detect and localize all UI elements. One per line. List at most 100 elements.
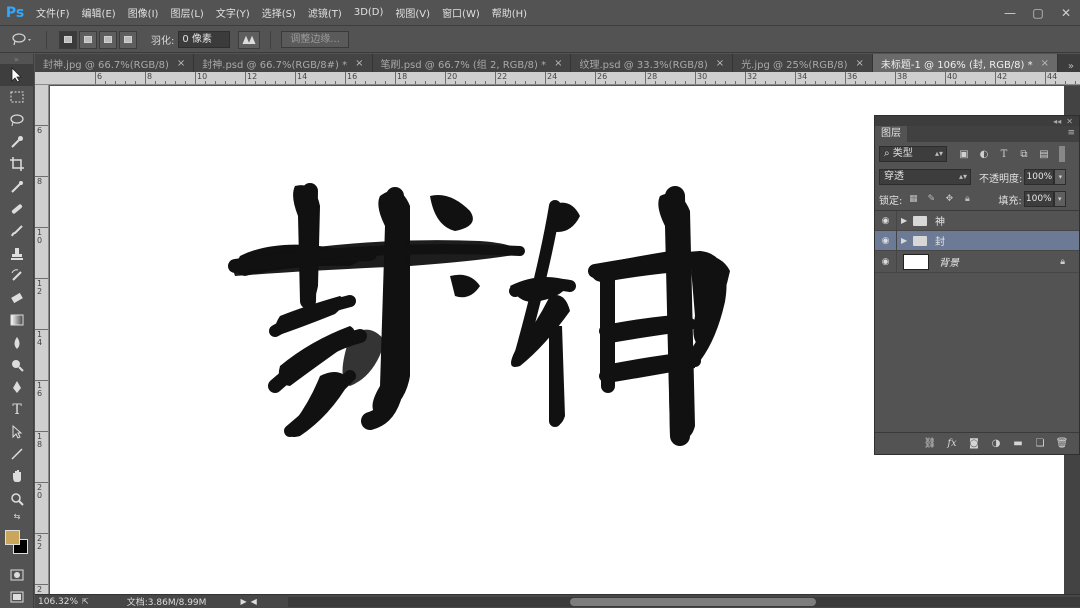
close-icon[interactable]: ✕ bbox=[1052, 0, 1080, 26]
intersect-selection-icon[interactable] bbox=[119, 30, 137, 49]
path-selection-tool-icon[interactable] bbox=[0, 421, 34, 443]
lock-position-icon[interactable]: ✥ bbox=[942, 192, 956, 206]
swap-colors-icon[interactable]: ⇆ bbox=[0, 510, 34, 524]
expand-arrow-icon[interactable]: ▶ bbox=[901, 236, 913, 245]
menu-view[interactable]: 视图(V) bbox=[389, 5, 436, 20]
tab-close-icon[interactable]: × bbox=[716, 58, 724, 69]
add-mask-icon[interactable]: ◙ bbox=[963, 438, 985, 449]
layer-group-shen[interactable]: ◉ ▶ 神 bbox=[875, 210, 1079, 231]
layer-style-icon[interactable]: fx bbox=[941, 438, 963, 449]
new-layer-icon[interactable]: ❏ bbox=[1029, 438, 1051, 449]
feather-input[interactable]: 0 像素 bbox=[178, 31, 231, 48]
layer-background[interactable]: ◉ 背景 🔒︎ bbox=[875, 250, 1079, 273]
menu-3d[interactable]: 3D(D) bbox=[348, 7, 390, 18]
menu-help[interactable]: 帮助(H) bbox=[486, 5, 533, 20]
anti-alias-icon[interactable] bbox=[238, 30, 261, 49]
tab-document[interactable]: 笔刷.psd @ 66.7% (组 2, RGB/8) * × bbox=[372, 54, 572, 72]
type-filter-icon[interactable]: T bbox=[997, 147, 1011, 161]
pixel-filter-icon[interactable]: ▣ bbox=[957, 147, 971, 161]
horizontal-scrollbar[interactable] bbox=[288, 597, 1080, 607]
visibility-eye-icon[interactable]: ◉ bbox=[875, 250, 897, 273]
tab-document[interactable]: 光.jpg @ 25%(RGB/8) × bbox=[733, 54, 873, 72]
crop-tool-icon[interactable] bbox=[0, 153, 34, 175]
tab-close-icon[interactable]: × bbox=[1041, 58, 1049, 69]
tab-layers[interactable]: 图层 bbox=[875, 126, 907, 142]
opacity-dropdown-icon[interactable]: ▾ bbox=[1054, 169, 1067, 185]
lock-all-icon[interactable]: 🔒︎ bbox=[960, 192, 974, 206]
fill-dropdown-icon[interactable]: ▾ bbox=[1053, 191, 1066, 207]
tab-close-icon[interactable]: × bbox=[177, 58, 185, 69]
panel-collapse-icon[interactable]: ◂◂ ✕ bbox=[875, 116, 1079, 126]
tab-close-icon[interactable]: × bbox=[355, 58, 363, 69]
line-tool-icon[interactable] bbox=[0, 443, 34, 465]
menu-window[interactable]: 窗口(W) bbox=[436, 5, 486, 20]
add-to-selection-icon[interactable] bbox=[79, 30, 97, 49]
link-layers-icon[interactable]: ⛓ bbox=[919, 438, 941, 449]
tab-document[interactable]: 封神.psd @ 66.7%(RGB/8#) * × bbox=[194, 54, 373, 72]
smart-object-filter-icon[interactable]: ▤ bbox=[1037, 147, 1051, 161]
clone-stamp-tool-icon[interactable] bbox=[0, 242, 34, 264]
hand-tool-icon[interactable] bbox=[0, 465, 34, 487]
scroll-left-icon[interactable]: ◀ bbox=[251, 597, 257, 606]
pen-tool-icon[interactable] bbox=[0, 376, 34, 398]
dodge-tool-icon[interactable] bbox=[0, 354, 34, 376]
shape-filter-icon[interactable]: ⧉ bbox=[1017, 147, 1031, 161]
marquee-tool-icon[interactable] bbox=[0, 86, 34, 108]
menu-layer[interactable]: 图层(L) bbox=[164, 5, 209, 20]
blur-tool-icon[interactable] bbox=[0, 332, 34, 354]
layer-group-feng[interactable]: ◉ ▶ 封 bbox=[875, 230, 1079, 251]
lock-image-icon[interactable]: ✎ bbox=[924, 192, 938, 206]
visibility-eye-icon[interactable]: ◉ bbox=[875, 230, 897, 251]
eraser-tool-icon[interactable] bbox=[0, 287, 34, 309]
maximize-icon[interactable]: ▢ bbox=[1024, 0, 1052, 26]
brush-tool-icon[interactable] bbox=[0, 220, 34, 242]
minimize-icon[interactable]: — bbox=[996, 0, 1024, 26]
lasso-tool-preset-icon[interactable] bbox=[8, 32, 36, 48]
expand-arrow-icon[interactable]: ▶ bbox=[901, 216, 913, 225]
new-group-icon[interactable]: ▬ bbox=[1007, 438, 1029, 449]
type-tool-icon[interactable]: T bbox=[0, 398, 34, 420]
tab-document[interactable]: 纹理.psd @ 33.3%(RGB/8) × bbox=[571, 54, 734, 72]
panel-menu-icon[interactable]: ≡ bbox=[1067, 128, 1075, 138]
tab-close-icon[interactable]: × bbox=[856, 58, 864, 69]
lasso-tool-icon[interactable] bbox=[0, 109, 34, 131]
status-menu-arrow-icon[interactable]: ▶ bbox=[240, 597, 246, 606]
foreground-color-swatch[interactable] bbox=[5, 529, 20, 545]
menu-image[interactable]: 图像(I) bbox=[122, 5, 165, 20]
adjustment-filter-icon[interactable]: ◐ bbox=[977, 147, 991, 161]
eyedropper-tool-icon[interactable] bbox=[0, 175, 34, 197]
new-selection-icon[interactable] bbox=[59, 30, 77, 49]
adjustment-layer-icon[interactable]: ◑ bbox=[985, 438, 1007, 449]
menu-filter[interactable]: 滤镜(T) bbox=[302, 5, 348, 20]
color-swatches[interactable] bbox=[0, 524, 34, 564]
healing-brush-tool-icon[interactable] bbox=[0, 198, 34, 220]
menu-edit[interactable]: 编辑(E) bbox=[76, 5, 122, 20]
screen-mode-icon[interactable] bbox=[0, 586, 34, 608]
refine-edge-button[interactable]: 调整边缘... bbox=[281, 31, 349, 48]
filter-toggle-icon[interactable] bbox=[1059, 146, 1065, 162]
fill-input[interactable]: 100% bbox=[1023, 191, 1054, 207]
menu-file[interactable]: 文件(F) bbox=[30, 5, 76, 20]
zoom-tool-icon[interactable] bbox=[0, 488, 34, 510]
move-tool-icon[interactable] bbox=[0, 64, 34, 87]
blend-mode-select[interactable]: 穿透 ▴▾ bbox=[879, 169, 971, 185]
visibility-eye-icon[interactable]: ◉ bbox=[875, 210, 897, 231]
tab-document[interactable]: 封神.jpg @ 66.7%(RGB/8) × bbox=[35, 54, 195, 72]
delete-layer-icon[interactable]: 🗑︎ bbox=[1051, 438, 1073, 449]
opacity-input[interactable]: 100% bbox=[1024, 169, 1055, 185]
subtract-selection-icon[interactable] bbox=[99, 30, 117, 49]
menu-type[interactable]: 文字(Y) bbox=[210, 5, 256, 20]
tab-document-active[interactable]: 未标题-1 @ 106% (封, RGB/8) * × bbox=[872, 54, 1059, 72]
panel-grip-icon[interactable]: » bbox=[0, 54, 33, 64]
quick-selection-tool-icon[interactable] bbox=[0, 131, 34, 153]
quick-mask-icon[interactable] bbox=[0, 564, 34, 586]
share-icon[interactable]: ⇱ bbox=[82, 597, 89, 606]
gradient-tool-icon[interactable] bbox=[0, 309, 34, 331]
tab-close-icon[interactable]: × bbox=[554, 58, 562, 69]
zoom-level[interactable]: 106.32% bbox=[38, 597, 78, 607]
history-brush-tool-icon[interactable] bbox=[0, 265, 34, 287]
layer-filter-select[interactable]: ⌕ 类型 ▴▾ bbox=[879, 146, 947, 162]
tabs-overflow-icon[interactable]: » bbox=[1068, 61, 1074, 72]
menu-select[interactable]: 选择(S) bbox=[256, 5, 302, 20]
horizontal-scroll-thumb[interactable] bbox=[570, 598, 816, 606]
